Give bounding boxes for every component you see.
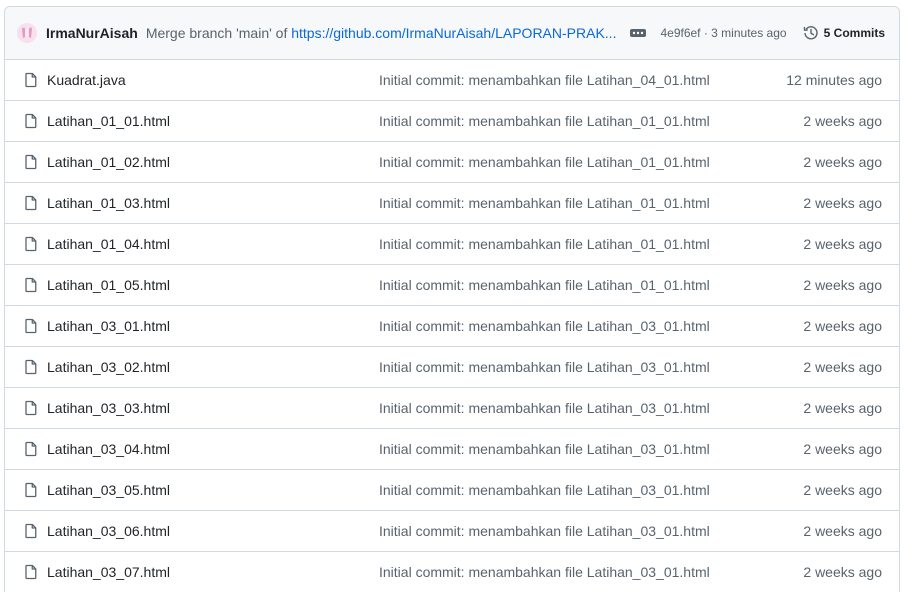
file-commit-age[interactable]: 2 weeks ago	[803, 195, 882, 211]
file-name-link[interactable]: Latihan_03_02.html	[47, 359, 170, 375]
file-row[interactable]: Latihan_01_04.html Initial commit: menam…	[5, 224, 899, 265]
file-name-link[interactable]: Latihan_01_04.html	[47, 236, 170, 252]
user-avatar[interactable]	[17, 23, 37, 43]
file-name-link[interactable]: Latihan_01_02.html	[47, 154, 170, 170]
file-name-link[interactable]: Latihan_03_01.html	[47, 318, 170, 334]
file-name-link[interactable]: Latihan_03_05.html	[47, 482, 170, 498]
file-commit-age[interactable]: 2 weeks ago	[803, 236, 882, 252]
file-icon	[25, 72, 37, 88]
commit-message-link[interactable]: https://github.com/IrmaNurAisah/LAPORAN-…	[291, 25, 616, 41]
avatar-image	[17, 23, 37, 43]
file-name-link[interactable]: Latihan_01_05.html	[47, 277, 170, 293]
file-list: Kuadrat.java Initial commit: menambahkan…	[5, 60, 899, 592]
file-icon	[25, 400, 37, 416]
file-icon	[25, 318, 37, 334]
file-icon	[25, 359, 37, 375]
file-commit-age[interactable]: 2 weeks ago	[803, 359, 882, 375]
file-row[interactable]: Latihan_01_03.html Initial commit: menam…	[5, 183, 899, 224]
kebab-horizontal-icon[interactable]	[628, 26, 648, 40]
file-commit-message-link[interactable]: Initial commit: menambahkan file Latihan…	[379, 482, 710, 498]
file-icon	[25, 154, 37, 170]
file-icon	[25, 277, 37, 293]
commits-count: 5 Commits	[823, 26, 885, 40]
file-commit-age[interactable]: 2 weeks ago	[803, 277, 882, 293]
file-commit-age[interactable]: 2 weeks ago	[803, 318, 882, 334]
commit-message-prefix: Merge branch 'main' of	[145, 25, 292, 41]
file-row[interactable]: Latihan_01_05.html Initial commit: menam…	[5, 265, 899, 306]
commit-sha-time[interactable]: 4e9f6ef · 3 minutes ago	[660, 26, 786, 40]
file-name-link[interactable]: Latihan_01_01.html	[47, 113, 170, 129]
file-commit-age[interactable]: 2 weeks ago	[803, 441, 882, 457]
file-name-link[interactable]: Latihan_03_04.html	[47, 441, 170, 457]
file-commit-age[interactable]: 2 weeks ago	[803, 523, 882, 539]
file-commit-age[interactable]: 12 minutes ago	[786, 72, 882, 88]
file-row[interactable]: Latihan_03_05.html Initial commit: menam…	[5, 470, 899, 511]
file-icon	[25, 564, 37, 580]
file-commit-message-link[interactable]: Initial commit: menambahkan file Latihan…	[379, 400, 710, 416]
file-commit-message-link[interactable]: Initial commit: menambahkan file Latihan…	[379, 195, 710, 211]
file-row[interactable]: Latihan_03_06.html Initial commit: menam…	[5, 511, 899, 552]
file-commit-message-link[interactable]: Initial commit: menambahkan file Latihan…	[379, 318, 710, 334]
file-icon	[25, 441, 37, 457]
file-name-link[interactable]: Kuadrat.java	[47, 72, 126, 88]
commit-message: Merge branch 'main' of https://github.co…	[146, 25, 617, 41]
file-commit-age[interactable]: 2 weeks ago	[803, 564, 882, 580]
file-icon	[25, 523, 37, 539]
file-row[interactable]: Latihan_01_02.html Initial commit: menam…	[5, 142, 899, 183]
file-commit-age[interactable]: 2 weeks ago	[803, 113, 882, 129]
file-commit-message-link[interactable]: Initial commit: menambahkan file Latihan…	[379, 154, 710, 170]
file-row[interactable]: Latihan_03_04.html Initial commit: menam…	[5, 429, 899, 470]
file-row[interactable]: Latihan_03_07.html Initial commit: menam…	[5, 552, 899, 592]
file-commit-message-link[interactable]: Initial commit: menambahkan file Latihan…	[379, 564, 710, 580]
file-commit-message-link[interactable]: Initial commit: menambahkan file Latihan…	[379, 359, 710, 375]
history-icon	[803, 26, 818, 40]
file-browser: IrmaNurAisah Merge branch 'main' of http…	[4, 6, 900, 592]
file-commit-message-link[interactable]: Initial commit: menambahkan file Latihan…	[379, 277, 710, 293]
file-row[interactable]: Kuadrat.java Initial commit: menambahkan…	[5, 60, 899, 101]
file-name-link[interactable]: Latihan_01_03.html	[47, 195, 170, 211]
file-commit-age[interactable]: 2 weeks ago	[803, 482, 882, 498]
file-commit-age[interactable]: 2 weeks ago	[803, 154, 882, 170]
file-commit-message-link[interactable]: Initial commit: menambahkan file Latihan…	[379, 441, 710, 457]
file-commit-message-link[interactable]: Initial commit: menambahkan file Latihan…	[379, 72, 710, 88]
file-commit-message-link[interactable]: Initial commit: menambahkan file Latihan…	[379, 113, 710, 129]
file-icon	[25, 482, 37, 498]
file-icon	[25, 113, 37, 129]
file-row[interactable]: Latihan_03_03.html Initial commit: menam…	[5, 388, 899, 429]
file-name-link[interactable]: Latihan_03_07.html	[47, 564, 170, 580]
file-name-link[interactable]: Latihan_03_06.html	[47, 523, 170, 539]
latest-commit-bar: IrmaNurAisah Merge branch 'main' of http…	[5, 7, 899, 60]
commit-author[interactable]: IrmaNurAisah	[46, 25, 138, 41]
file-row[interactable]: Latihan_01_01.html Initial commit: menam…	[5, 101, 899, 142]
file-name-link[interactable]: Latihan_03_03.html	[47, 400, 170, 416]
file-icon	[25, 195, 37, 211]
file-row[interactable]: Latihan_03_02.html Initial commit: menam…	[5, 347, 899, 388]
file-commit-message-link[interactable]: Initial commit: menambahkan file Latihan…	[379, 523, 710, 539]
commits-history-link[interactable]: 5 Commits	[803, 25, 885, 41]
file-commit-message-link[interactable]: Initial commit: menambahkan file Latihan…	[379, 236, 710, 252]
file-commit-age[interactable]: 2 weeks ago	[803, 400, 882, 416]
file-icon	[25, 236, 37, 252]
file-row[interactable]: Latihan_03_01.html Initial commit: menam…	[5, 306, 899, 347]
